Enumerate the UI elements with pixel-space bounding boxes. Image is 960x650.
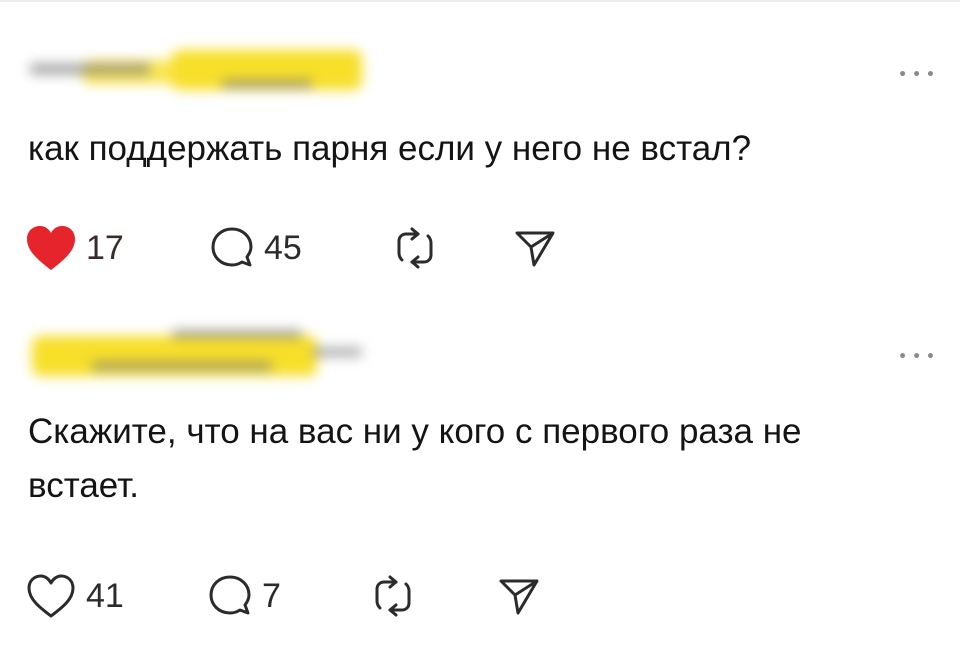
share-button[interactable] <box>512 218 558 278</box>
top-divider <box>0 0 960 2</box>
username-redacted[interactable] <box>22 44 362 96</box>
like-count: 17 <box>86 228 124 267</box>
repost-button[interactable] <box>392 218 438 278</box>
heart-icon <box>27 226 75 270</box>
repost-icon <box>375 575 411 617</box>
username-redacted[interactable] <box>22 322 372 382</box>
share-icon <box>515 231 555 267</box>
more-options-icon[interactable]: ••• <box>898 68 940 82</box>
comment-button[interactable]: 7 <box>206 566 281 626</box>
comment-count: 45 <box>264 228 302 267</box>
comment-icon <box>211 227 253 267</box>
comment-count: 7 <box>262 576 281 615</box>
thread-page: ••• как поддержать парня если у него не … <box>0 0 960 650</box>
comment-button[interactable]: 45 <box>208 218 302 278</box>
post-text: как поддержать парня если у него не вста… <box>28 129 752 168</box>
repost-icon <box>397 227 433 269</box>
like-count: 41 <box>86 576 124 615</box>
repost-button[interactable] <box>370 566 416 626</box>
share-icon <box>499 579 539 615</box>
share-button[interactable] <box>496 566 542 626</box>
heart-icon <box>27 574 75 618</box>
like-button[interactable]: 41 <box>24 566 124 626</box>
like-button[interactable]: 17 <box>24 218 124 278</box>
post-actions: 17 45 <box>24 218 724 278</box>
post-text: Скажите, что на вас ни у кого с первого … <box>28 412 802 505</box>
more-options-icon[interactable]: ••• <box>898 350 940 364</box>
comment-icon <box>209 575 251 615</box>
post-actions: 41 7 <box>24 566 724 626</box>
